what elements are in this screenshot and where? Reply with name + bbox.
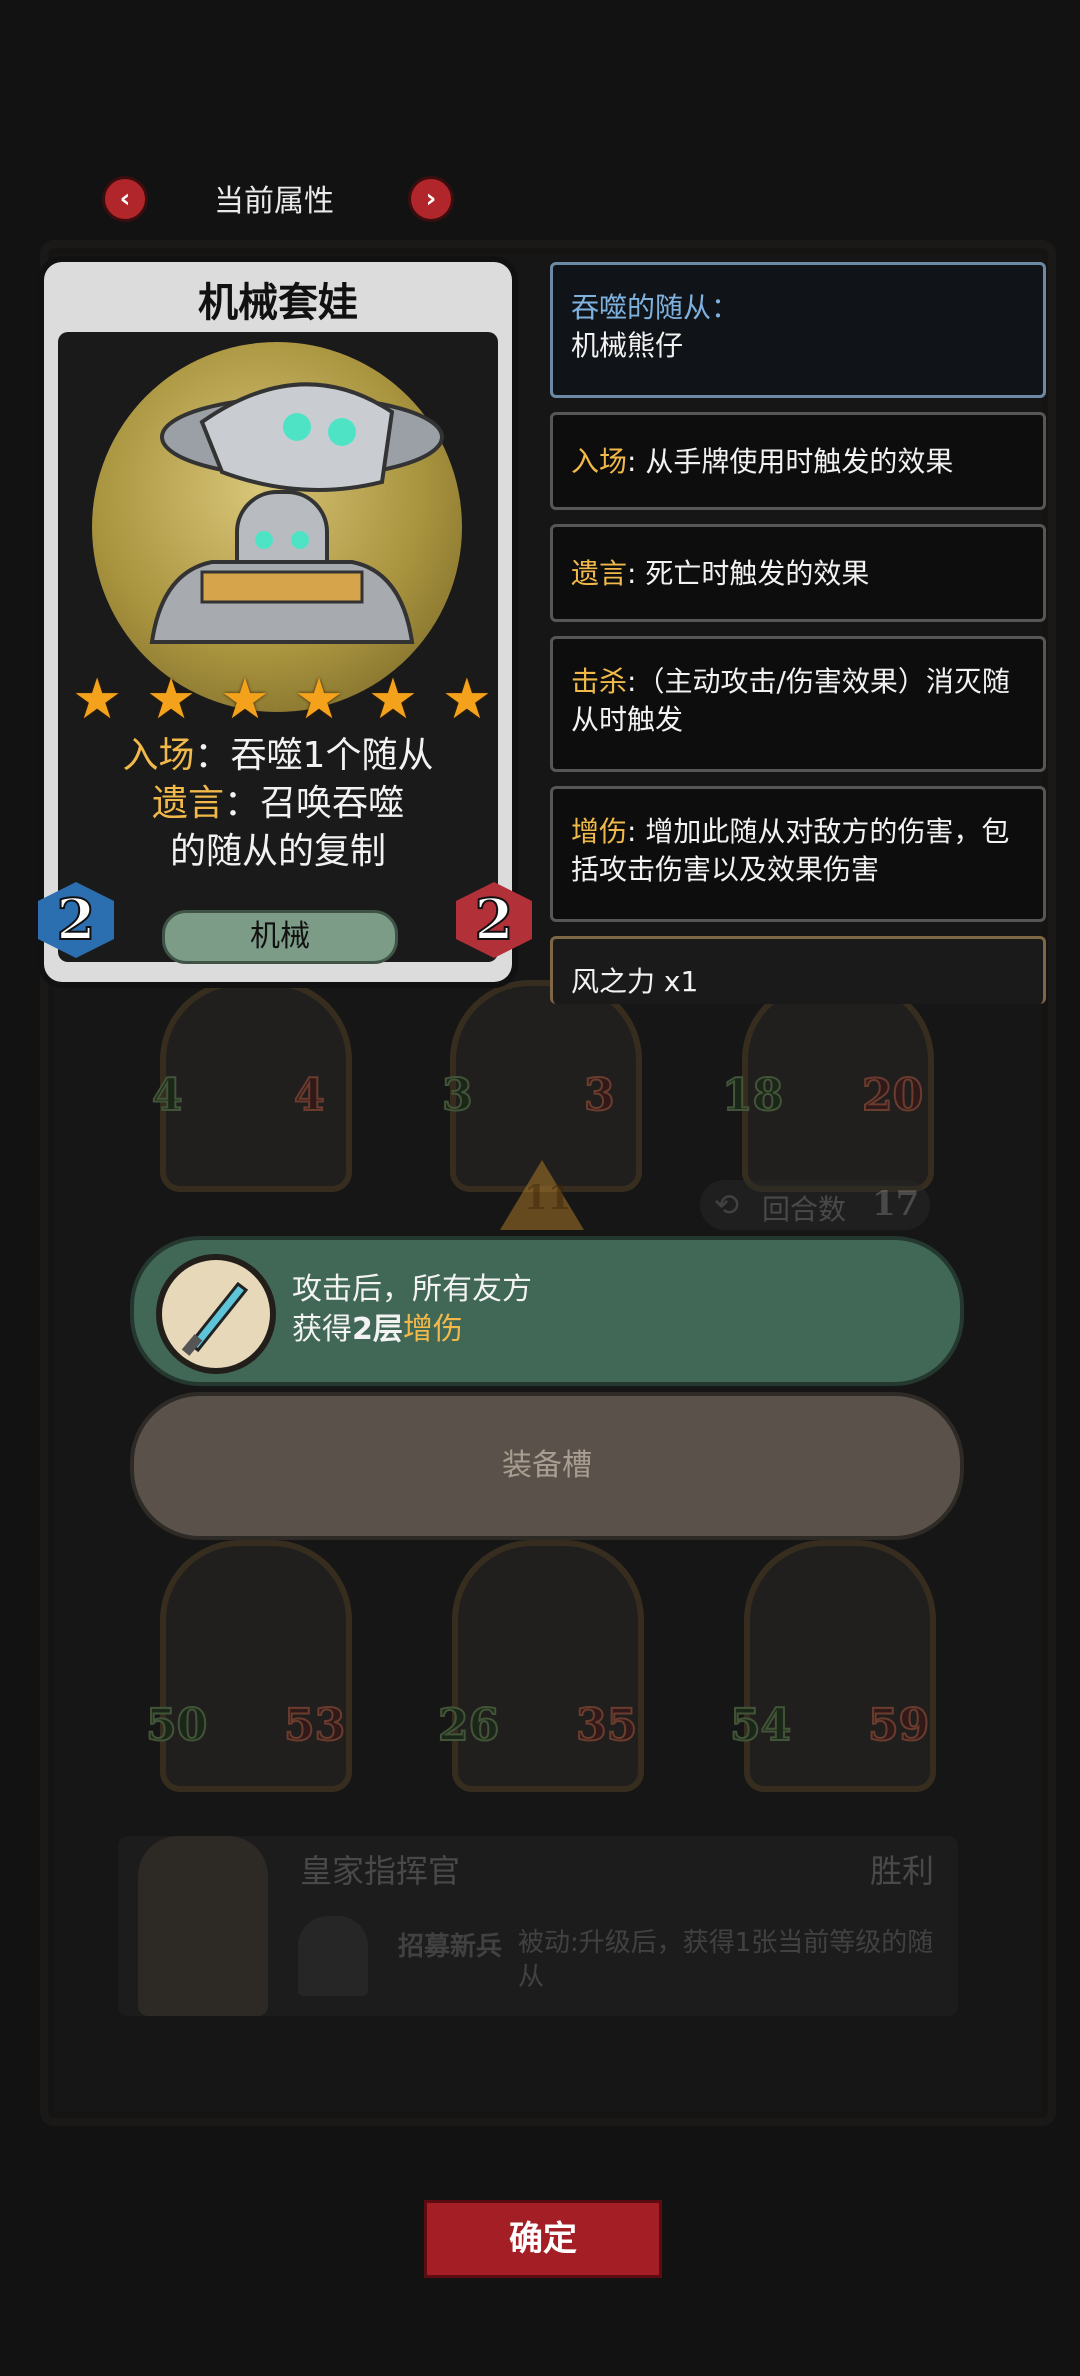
minion-attack: 4 (151, 1069, 184, 1122)
minion-attack: 3 (441, 1069, 474, 1122)
hero-name: 皇家指挥官 (300, 1852, 461, 1890)
star-icon: ★ (293, 667, 345, 732)
robot-art-icon (149, 382, 444, 644)
hero-power-name: 招募新兵 (398, 1932, 503, 1962)
dmg-v: : 增加此随从对敌方的伤害，包括攻击伤害以及效果伤害 (571, 815, 1010, 886)
effect-line-2-prefix: 获得 (292, 1312, 352, 1347)
minion-health: 3 (583, 1069, 616, 1122)
deathrattle-v: : 死亡时触发的效果 (627, 557, 870, 590)
deathrattle-text-2: 的随从的复制 (169, 831, 386, 872)
dagger-icon (156, 1254, 276, 1374)
deathrattle-k: 遗言 (571, 557, 628, 590)
minion-health: 59 (867, 1699, 930, 1752)
tavern-tier: 11 (524, 1178, 572, 1218)
battlecry-v: : 从手牌使用时触发的效果 (627, 445, 954, 478)
round-label: 回合数 (762, 1193, 847, 1226)
minion-attack: 50 (145, 1699, 208, 1752)
minion-health: 53 (283, 1699, 346, 1752)
battlecry-text: ：吞噬1个随从 (194, 735, 434, 776)
dmg-k: 增伤 (571, 815, 628, 848)
minion-health: 4 (293, 1069, 326, 1122)
effect-keyword: 增伤 (402, 1312, 463, 1347)
star-icon: ★ (72, 667, 123, 732)
star-icon: ★ (441, 667, 492, 732)
minion-health: 35 (575, 1699, 638, 1752)
header-title: 当前属性 (214, 184, 334, 219)
wind-power-text: 风之力 x1 (571, 965, 699, 998)
damage-boost-panel: 增伤: 增加此随从对敌方的伤害，包括攻击伤害以及效果伤害 (550, 786, 1046, 922)
hero-power-text: 被动:升级后，获得1张当前等级的随从 (518, 1928, 934, 1992)
star-icon: ★ (145, 667, 197, 732)
star-icon: ★ (367, 667, 419, 732)
hero-status: 胜利 (869, 1852, 934, 1890)
effect-line-1: 攻击后，所有友方 (292, 1272, 532, 1307)
equipment-effect: 攻击后，所有友方 获得2层增伤 (130, 1236, 964, 1386)
minion-attack: 18 (721, 1069, 784, 1122)
board-minion-4: 50 53 (145, 1540, 352, 1792)
tribe-label: 机械 (162, 910, 398, 964)
round-counter: ⟲ 回合数 17 (700, 1180, 930, 1230)
card-name: 机械套娃 (198, 280, 358, 326)
devoured-minion-panel: 吞噬的随从： 机械熊仔 (550, 262, 1046, 398)
minion-health: 20 (861, 1069, 924, 1122)
effect-line-2-bold: 2层 (352, 1312, 403, 1347)
star-rating: ★ ★ ★ ★ ★ ★ (72, 672, 492, 728)
round-value: 17 (872, 1184, 920, 1224)
kill-v: :（主动攻击/伤害效果）消灭随从时触发 (571, 665, 1010, 736)
kill-k: 击杀 (571, 665, 628, 698)
hero-panel: 皇家指挥官 胜利 招募新兵 被动:升级后，获得1张当前等级的随从 (118, 1836, 958, 2016)
effect-text: 攻击后，所有友方 获得2层增伤 (292, 1270, 532, 1350)
board-minion-1: 4 4 (151, 980, 352, 1192)
kill-panel: 击杀:（主动攻击/伤害效果）消灭随从时触发 (550, 636, 1046, 772)
minion-attack: 54 (729, 1699, 792, 1752)
deathrattle-text-1: ：召唤吞噬 (224, 783, 405, 824)
card-description: 入场：吞噬1个随从 遗言：召唤吞噬 的随从的复制 (74, 732, 482, 876)
battlecry-panel: 入场: 从手牌使用时触发的效果 (550, 412, 1046, 510)
minion-attack: 26 (437, 1699, 500, 1752)
chevron-right-icon: › (425, 184, 437, 214)
prev-arrow-button[interactable]: ‹ (102, 176, 148, 222)
hero-avatar (138, 1836, 268, 2016)
board-minion-3: 18 20 (721, 980, 934, 1192)
star-icon: ★ (219, 667, 271, 732)
confirm-button[interactable]: 确定 (424, 2200, 662, 2278)
chevron-left-icon: ‹ (119, 184, 131, 214)
equipment-slot[interactable]: 装备槽 (130, 1392, 964, 1540)
deathrattle-keyword: 遗言 (151, 783, 224, 824)
minion-card: 机械套娃 ★ ★ ★ ★ ★ ★ 入场：吞噬1个随从 遗言：召唤吞噬 的随从的复… (38, 262, 532, 982)
battlecry-keyword: 入场 (122, 735, 195, 776)
board-minion-6: 54 59 (729, 1540, 936, 1792)
devoured-label: 吞噬的随从： (571, 291, 740, 324)
deathrattle-panel: 遗言: 死亡时触发的效果 (550, 524, 1046, 622)
hero-power-icon (298, 1916, 368, 1996)
board-minion-5: 26 35 (437, 1540, 644, 1792)
card-portrait (92, 342, 462, 712)
next-arrow-button[interactable]: › (408, 176, 454, 222)
wind-power-panel: 风之力 x1 (550, 936, 1046, 1004)
board-minion-2: 3 3 (441, 980, 642, 1192)
refresh-icon: ⟲ (714, 1188, 740, 1223)
battlecry-k: 入场 (571, 445, 628, 478)
devoured-value: 机械熊仔 (571, 329, 684, 362)
